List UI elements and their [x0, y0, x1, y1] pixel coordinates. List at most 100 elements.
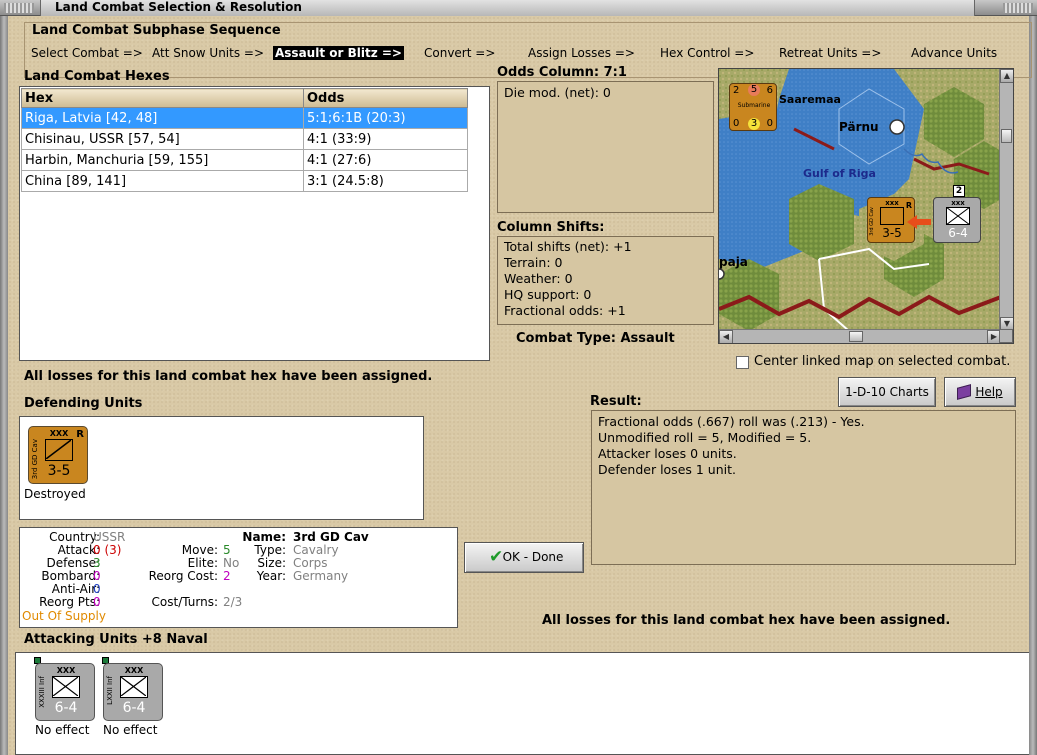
unit-strength: 3-5: [47, 463, 71, 479]
title-bar[interactable]: Land Combat Selection & Resolution: [0, 0, 1037, 16]
infantry-cross-icon: [120, 676, 147, 697]
map-vertical-scrollbar[interactable]: ▲ ▼: [999, 69, 1013, 331]
linked-map[interactable]: Saaremaa Pärnu Gulf of Riga paja 2 5 6 S…: [718, 68, 1014, 344]
reorg-cost-label: Reorg Cost:: [148, 569, 218, 583]
map-submarine-counter[interactable]: 2 5 6 Submarine 0 3 0: [729, 83, 777, 131]
odds-cell: 4:1 (33:9): [303, 128, 468, 150]
land-combat-hexes-title: Land Combat Hexes: [24, 69, 170, 84]
hex-row[interactable]: Chisinau, USSR [57, 54] 4:1 (33:9): [21, 128, 468, 150]
result-line-defender: Defender loses 1 unit.: [598, 462, 736, 477]
ok-done-button[interactable]: ✔ OK - Done: [464, 542, 584, 573]
losses-assigned-message-bottom: All losses for this land combat hex have…: [542, 613, 951, 628]
charts-button[interactable]: 1-D-10 Charts: [838, 377, 936, 407]
grip-right: [1003, 3, 1033, 13]
hex-row[interactable]: Harbin, Manchuria [59, 155] 4:1 (27:6): [21, 149, 468, 171]
column-header-hex[interactable]: Hex: [21, 88, 304, 108]
seq-step-assign-losses: Assign Losses =>: [528, 46, 635, 60]
attack-value: 0 (3): [93, 543, 121, 557]
cost-turns-value: 2/3: [223, 595, 243, 609]
odds-column-title: Odds Column: 7:1: [497, 65, 627, 80]
vertical-scroll-thumb[interactable]: [1001, 129, 1012, 143]
center-map-label: Center linked map on selected combat.: [754, 354, 1011, 369]
attacking-unit-status: No effect: [35, 723, 90, 737]
scroll-corner: [999, 329, 1013, 343]
shift-total: Total shifts (net): +1: [504, 239, 632, 254]
cavalry-symbol-icon: [45, 439, 73, 461]
hex-row[interactable]: China [89, 141] 3:1 (24.5:8): [21, 170, 468, 192]
scroll-up-button[interactable]: ▲: [1000, 69, 1013, 83]
attacking-unit-status: No effect: [103, 723, 158, 737]
odds-cell: 5:1;6:1B (20:3): [303, 107, 468, 129]
name-value: 3rd GD Cav: [293, 530, 369, 544]
hex-cell: Harbin, Manchuria [59, 155]: [21, 149, 304, 171]
year-label: Year:: [256, 569, 286, 583]
checkmark-icon: ✔: [489, 547, 504, 567]
sub-top-right: 6: [766, 85, 773, 96]
odds-cell: 4:1 (27:6): [303, 149, 468, 171]
sub-top-mid: 5: [748, 84, 760, 96]
map-attacker-size: xxx: [951, 199, 965, 207]
scroll-left-button[interactable]: ◀: [719, 330, 733, 343]
attack-label: Attack:: [57, 543, 100, 557]
cavalry-slash-icon: [45, 439, 72, 460]
defending-units-panel: XXX R 3rd GD Cav 3-5 Destroyed: [19, 416, 424, 520]
center-map-checkbox[interactable]: [736, 356, 749, 369]
seq-step-hex-control: Hex Control =>: [660, 46, 755, 60]
infantry-cross-icon: [52, 676, 79, 697]
grip-left: [4, 3, 34, 13]
hex-row-selected[interactable]: Riga, Latvia [42, 48] 5:1;6:1B (20:3): [21, 107, 468, 129]
unit-size: XXX: [124, 666, 144, 675]
seq-step-assault-or-blitz: Assault or Blitz =>: [273, 46, 404, 60]
map-defender-flag: R: [905, 201, 912, 210]
map-attacker-strength: 6-4: [948, 226, 968, 240]
shift-weather: Weather: 0: [504, 271, 573, 286]
column-header-odds[interactable]: Odds: [303, 88, 468, 108]
map-defender-symbol: [880, 207, 904, 225]
cost-turns-label: Cost/Turns:: [151, 595, 218, 609]
elite-label: Elite:: [187, 556, 218, 570]
defending-unit-status: Destroyed: [24, 487, 86, 501]
move-value: 5: [223, 543, 231, 557]
attack-value-modified: (3): [104, 543, 122, 557]
attack-value-base: 0: [93, 543, 101, 557]
map-attacker-counter[interactable]: xxx 6-4: [933, 197, 981, 243]
unit-strength: 6-4: [122, 700, 146, 716]
help-button[interactable]: Help: [944, 377, 1016, 407]
size-value: Corps: [293, 556, 328, 570]
hex-cell: Riga, Latvia [42, 48]: [21, 107, 304, 129]
size-label: Size:: [257, 556, 286, 570]
defense-label: Defense:: [46, 556, 100, 570]
unit-size: XXX: [56, 666, 76, 675]
hex-cell: Chisinau, USSR [57, 54]: [21, 128, 304, 150]
land-combat-hexes-list: Hex Odds Riga, Latvia [42, 48] 5:1;6:1B …: [19, 86, 490, 361]
map-label-gulf-of-riga: Gulf of Riga: [803, 167, 876, 180]
map-label-paja: paja: [719, 255, 748, 269]
map-label-parnu: Pärnu: [839, 120, 879, 134]
seq-step-att-snow-units: Att Snow Units =>: [152, 46, 265, 60]
horizontal-scroll-thumb[interactable]: [849, 331, 863, 342]
move-label: Move:: [181, 543, 218, 557]
sub-type: Submarine: [737, 102, 771, 109]
help-button-label: Help: [975, 385, 1003, 399]
window-frame-right: [1029, 16, 1037, 755]
country-label: Country:: [49, 530, 100, 544]
losses-assigned-message-top: All losses for this land combat hex have…: [24, 369, 433, 384]
column-shifts-panel: Total shifts (net): +1 Terrain: 0 Weathe…: [497, 236, 714, 325]
attacking-unit-counter[interactable]: XXX LXXII Inf 6-4: [103, 663, 163, 721]
main-area: Land Combat Subphase Sequence Select Com…: [8, 16, 1032, 755]
sub-bottom-left: 0: [733, 118, 740, 129]
attacking-unit-counter[interactable]: XXX XXXIII Inf 6-4: [35, 663, 95, 721]
subphase-sequence-title: Land Combat Subphase Sequence: [32, 23, 281, 38]
attacking-units-panel: XXX XXXIII Inf 6-4 No effect XXX LXXII I…: [15, 652, 1029, 755]
defending-unit-counter[interactable]: XXX R 3rd GD Cav 3-5: [28, 426, 88, 484]
result-line-attacker: Attacker loses 0 units.: [598, 446, 737, 461]
result-panel: Fractional odds (.667) roll was (.213) -…: [591, 410, 1016, 565]
shift-hq-support: HQ support: 0: [504, 287, 592, 302]
defending-units-title: Defending Units: [24, 396, 143, 411]
attack-arrow-icon: [907, 215, 931, 229]
attacking-units-title: Attacking Units +8 Naval: [24, 632, 208, 647]
year-value: Germany: [293, 569, 349, 583]
map-horizontal-scrollbar[interactable]: ◀ ▶: [719, 329, 1001, 343]
result-line-fractional: Fractional odds (.667) roll was (.213) -…: [598, 414, 865, 429]
unit-strength: 6-4: [54, 700, 78, 716]
